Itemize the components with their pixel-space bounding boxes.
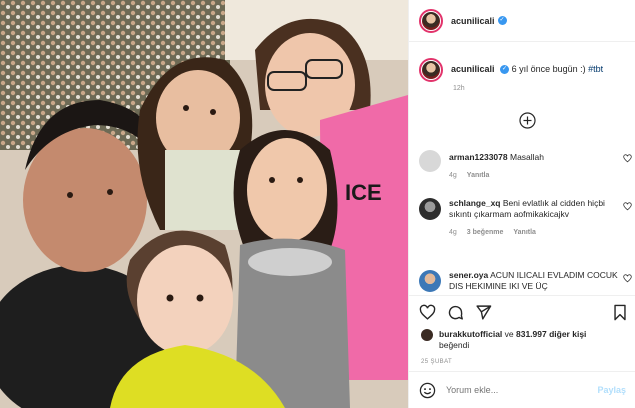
- family-photo-illustration: ICE: [0, 0, 408, 408]
- caption-text: 6 yıl önce bugün :): [511, 64, 589, 74]
- comment-username[interactable]: arman1233078: [449, 152, 508, 162]
- bookmark-icon[interactable]: [612, 304, 628, 321]
- likes-suffix: beğendi: [439, 340, 470, 350]
- author-avatar[interactable]: [419, 8, 443, 33]
- post-header: acunilicali ✓: [409, 0, 635, 42]
- heart-icon[interactable]: [623, 274, 632, 283]
- post-date: 25 ŞUBAT: [421, 359, 453, 365]
- comment-likes[interactable]: 3 beğenme: [467, 227, 504, 238]
- reply-button[interactable]: Yanıtla: [467, 170, 490, 181]
- svg-text:ICE: ICE: [345, 180, 382, 205]
- heart-icon[interactable]: [623, 202, 632, 211]
- likes-connector: ve: [502, 329, 516, 339]
- likes-count[interactable]: 831.997 diğer kişi: [516, 329, 586, 339]
- comment-username[interactable]: schlange_xq: [449, 198, 501, 208]
- heart-icon[interactable]: [623, 154, 632, 163]
- comment-item: schlange_xq Beni evlatlık al cidden hiçb…: [419, 198, 634, 238]
- comment-item: arman1233078 Masallah 4g Yanıtla: [419, 150, 634, 181]
- commenter-avatar[interactable]: [419, 198, 441, 220]
- commenter-avatar[interactable]: [419, 270, 441, 292]
- emoji-icon[interactable]: [419, 382, 436, 399]
- verified-badge-icon: ✓: [497, 16, 507, 25]
- verified-badge-icon: ✓: [500, 65, 510, 75]
- likes-summary: burakkutofficial ve 831.997 diğer kişi b…: [421, 329, 631, 351]
- liker-username[interactable]: burakkutofficial: [439, 329, 502, 339]
- author-username[interactable]: acunilicali: [451, 16, 495, 26]
- add-comment-bar: Paylaş: [409, 371, 635, 408]
- comment-icon[interactable]: [447, 304, 464, 321]
- liker-avatar[interactable]: [421, 329, 433, 341]
- comment-item: sener.oya ACUN ILICALI EVLADIM COCUK DIS…: [419, 270, 634, 295]
- commenter-avatar[interactable]: [419, 150, 441, 172]
- post-details-panel: acunilicali ✓ acunilicali ✓ 6 yıl önce b…: [408, 0, 635, 408]
- caption-time: 12h: [453, 85, 465, 92]
- post-photo[interactable]: ICE: [0, 0, 408, 408]
- share-icon[interactable]: [475, 304, 492, 321]
- load-more-comments-icon[interactable]: [519, 112, 536, 129]
- reply-button[interactable]: Yanıtla: [513, 227, 536, 238]
- comment-username[interactable]: sener.oya: [449, 270, 488, 280]
- comment-input[interactable]: [446, 385, 598, 395]
- share-comment-button[interactable]: Paylaş: [597, 385, 626, 395]
- post-caption: acunilicali ✓ 6 yıl önce bugün :) #tbt: [419, 58, 629, 82]
- heart-icon[interactable]: [419, 304, 436, 321]
- comment-age: 4g: [449, 229, 457, 236]
- comment-age: 4g: [449, 172, 457, 179]
- caption-username[interactable]: acunilicali: [451, 64, 495, 74]
- comment-text: Masallah: [509, 152, 545, 162]
- caption-author-avatar[interactable]: [419, 58, 443, 82]
- caption-hashtag[interactable]: #tbt: [588, 64, 603, 74]
